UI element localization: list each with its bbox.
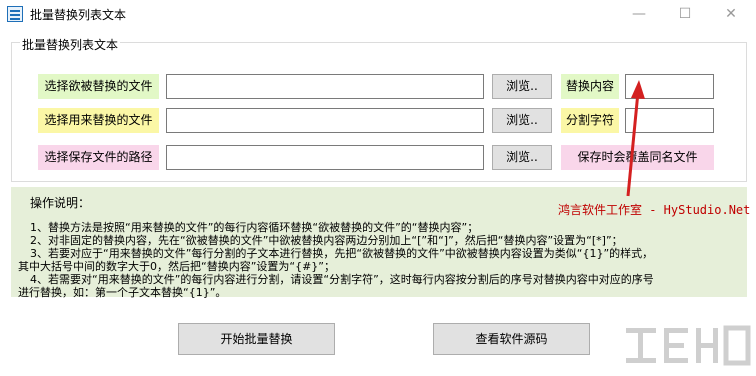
app-window: 批量替换列表文本 — ☐ ✕ 批量替换列表文本 选择欲被替换的文件 浏览.. 选… [0,0,756,376]
view-source-button[interactable]: 查看软件源码 [433,323,590,355]
watermark-logo-icon [626,325,751,366]
start-replace-button[interactable]: 开始批量替换 [178,323,335,355]
annotation-arrow-icon [626,80,645,197]
